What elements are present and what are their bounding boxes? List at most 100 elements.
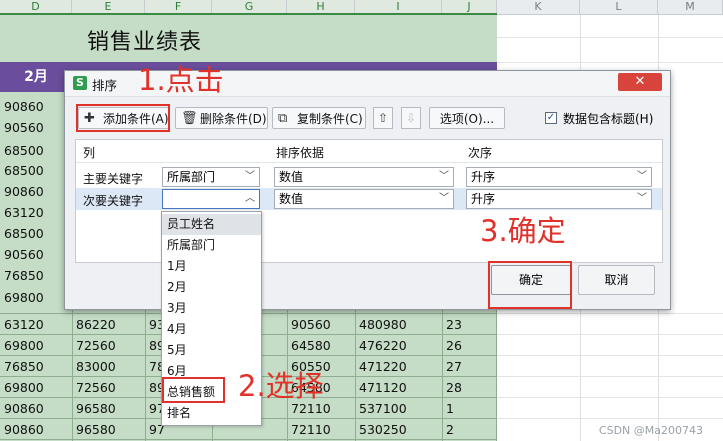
table-cell[interactable]: 63120 — [0, 202, 44, 223]
sheet-title[interactable]: 销售业绩表 — [87, 24, 202, 56]
header-checkbox[interactable]: ✓ — [545, 112, 557, 124]
chevron-down-icon: ﹀ — [637, 171, 647, 182]
table-cell[interactable]: 480980 — [355, 314, 407, 335]
delete-condition-button[interactable]: 🗑 删除条件(D) — [175, 107, 268, 129]
dropdown-option[interactable]: 所属部门 — [162, 235, 261, 256]
dropdown-option[interactable]: 排名 — [162, 403, 261, 424]
primary-order-value: 升序 — [471, 170, 496, 184]
grid-line — [497, 418, 723, 419]
table-cell[interactable]: 69800 — [0, 335, 44, 356]
table-cell[interactable]: 68500 — [0, 140, 44, 161]
column-header-e[interactable]: E — [72, 0, 145, 14]
delete-condition-label: 删除条件(D) — [200, 112, 267, 126]
table-cell[interactable]: 1 — [442, 398, 454, 419]
table-cell[interactable]: 27 — [442, 356, 462, 377]
chevron-down-icon: ﹀ — [637, 193, 647, 204]
table-cell[interactable]: 90860 — [0, 181, 44, 202]
primary-column-select[interactable]: 所属部门 ﹀ — [162, 167, 260, 187]
chevron-down-icon: ﹀ — [439, 193, 449, 204]
chevron-up-icon: ︿ — [245, 193, 255, 204]
secondary-basis-select[interactable]: 数值 ﹀ — [274, 189, 454, 209]
header-divider — [76, 162, 662, 163]
column-header-m[interactable]: M — [658, 0, 723, 14]
grid-line — [497, 376, 723, 377]
primary-column-value: 所属部门 — [167, 170, 216, 184]
grid-line — [497, 355, 723, 356]
primary-order-select[interactable]: 升序 ﹀ — [466, 167, 652, 187]
table-cell[interactable]: 72560 — [72, 335, 116, 356]
secondary-key-label: 次要关键字 — [83, 194, 144, 208]
annotation-step3: 3.确定 — [480, 214, 566, 248]
month-header-cell[interactable]: 2月 — [0, 62, 72, 92]
table-cell[interactable]: 72560 — [72, 377, 116, 398]
table-cell[interactable]: 28 — [442, 377, 462, 398]
secondary-order-value: 升序 — [471, 192, 496, 206]
grid-line — [497, 62, 723, 63]
table-cell[interactable]: 537100 — [355, 398, 407, 419]
column-header-d[interactable]: D — [0, 0, 72, 14]
column-header-f[interactable]: F — [145, 0, 212, 14]
secondary-column-select[interactable]: ︿ — [162, 189, 260, 209]
table-cell[interactable]: 96580 — [72, 398, 116, 419]
secondary-basis-value: 数值 — [279, 192, 304, 206]
table-cell[interactable]: 23 — [442, 314, 462, 335]
secondary-order-select[interactable]: 升序 ﹀ — [466, 189, 652, 209]
table-cell[interactable]: 68500 — [0, 160, 44, 181]
move-down-icon[interactable]: ⇩ — [401, 107, 421, 129]
copy-condition-button[interactable]: ⧉ 复制条件(C) — [272, 107, 366, 129]
table-cell[interactable]: 96580 — [72, 419, 116, 440]
dropdown-option[interactable]: 5月 — [162, 340, 261, 361]
dropdown-option[interactable]: 员工姓名 — [162, 214, 261, 235]
grid-line — [497, 334, 723, 335]
table-cell[interactable]: 90860 — [0, 398, 44, 419]
grid-line — [497, 37, 723, 38]
column-header-g[interactable]: G — [212, 0, 287, 14]
watermark: CSDN @Ma200743 — [598, 424, 703, 437]
move-up-icon[interactable]: ⇧ — [373, 107, 393, 129]
table-cell[interactable]: 64580 — [287, 335, 331, 356]
wps-sheet-icon: S — [73, 76, 87, 90]
table-cell[interactable]: 90560 — [0, 117, 44, 138]
primary-key-label: 主要关键字 — [83, 172, 144, 186]
column-header-k[interactable]: K — [497, 0, 580, 14]
grid-line — [497, 313, 723, 314]
table-cell[interactable]: 76850 — [0, 265, 44, 286]
primary-basis-select[interactable]: 数值 ﹀ — [274, 167, 454, 187]
table-cell[interactable]: 90860 — [0, 96, 44, 117]
table-cell[interactable]: 530250 — [355, 419, 407, 440]
table-cell[interactable]: 90860 — [0, 419, 44, 440]
table-cell[interactable]: 68500 — [0, 223, 44, 244]
table-cell[interactable]: 63120 — [0, 314, 44, 335]
table-cell[interactable]: 69800 — [0, 287, 44, 308]
annotation-box-select — [162, 377, 225, 403]
cancel-button[interactable]: 取消 — [578, 265, 655, 295]
primary-basis-value: 数值 — [279, 170, 304, 184]
table-cell[interactable]: 69800 — [0, 377, 44, 398]
column-header-l[interactable]: L — [580, 0, 658, 14]
dropdown-option[interactable]: 1月 — [162, 256, 261, 277]
table-cell[interactable]: 90560 — [287, 314, 331, 335]
copy-icon: ⧉ — [278, 111, 288, 126]
close-button[interactable]: ✕ — [618, 73, 662, 91]
grid-line — [497, 397, 723, 398]
column-header-i[interactable]: I — [355, 0, 442, 14]
dropdown-option[interactable]: 3月 — [162, 298, 261, 319]
table-cell[interactable]: 471220 — [355, 356, 407, 377]
table-cell[interactable]: 90560 — [0, 244, 44, 265]
dropdown-option[interactable]: 4月 — [162, 319, 261, 340]
header-checkbox-label: 数据包含标题(H) — [563, 112, 654, 126]
table-cell[interactable]: 83000 — [72, 356, 116, 377]
column-header-j[interactable]: J — [442, 0, 497, 14]
table-cell[interactable]: 471120 — [355, 377, 407, 398]
table-cell[interactable]: 26 — [442, 335, 462, 356]
table-cell[interactable]: 476220 — [355, 335, 407, 356]
column-header-h[interactable]: H — [287, 0, 355, 14]
dialog-title: 排序 — [92, 78, 118, 93]
table-cell[interactable]: 2 — [442, 419, 454, 440]
chevron-down-icon: ﹀ — [245, 171, 255, 182]
dropdown-option[interactable]: 2月 — [162, 277, 261, 298]
table-cell[interactable]: 86220 — [72, 314, 116, 335]
options-button[interactable]: 选项(O)... — [429, 107, 505, 129]
table-cell[interactable]: 76850 — [0, 356, 44, 377]
table-cell[interactable]: 72110 — [287, 419, 331, 440]
